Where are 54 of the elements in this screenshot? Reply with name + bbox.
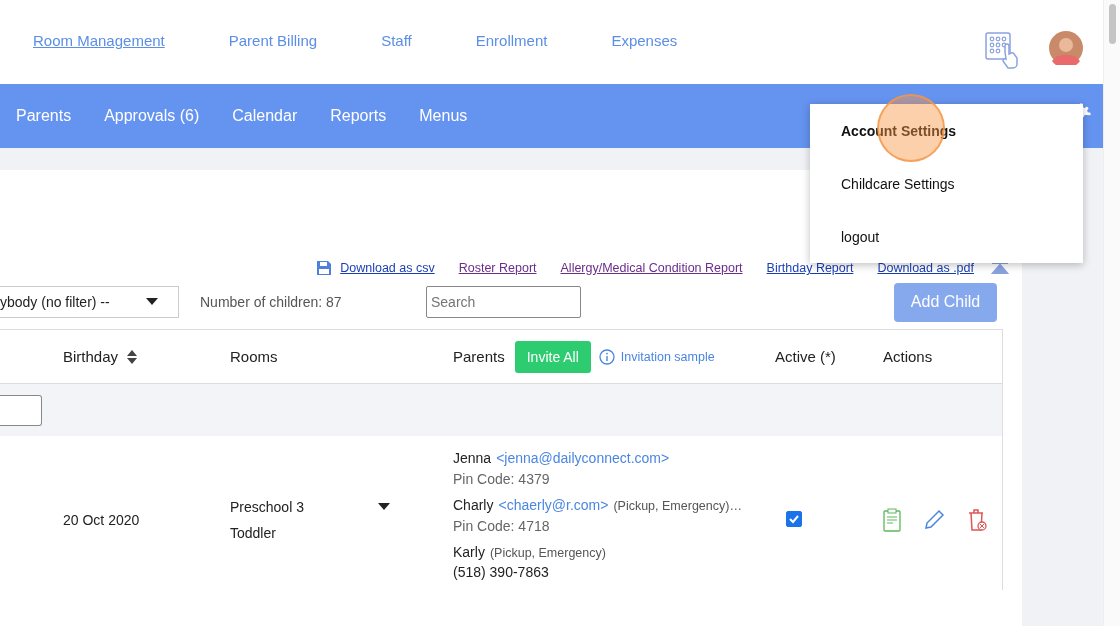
clipboard-icon[interactable] [883,508,901,532]
pencil-icon[interactable] [923,509,945,531]
parent-email-link[interactable]: <chaerly@r.com> [498,497,609,513]
column-filter-field[interactable] [0,394,42,426]
scrollbar[interactable] [1103,0,1120,626]
nav-tab[interactable]: Approvals (6) [104,107,200,125]
invitation-sample-link[interactable]: Invitation sample [620,349,715,364]
parent-name: Karly [453,544,485,560]
room-filter-dropdown[interactable]: ybody (no filter) -- [0,286,179,318]
upload-icon[interactable] [990,262,1010,274]
caret-icon [146,298,158,306]
active-checkbox[interactable] [786,511,802,527]
report-link[interactable]: Roster Report [458,261,537,275]
nav-tab[interactable]: Parents [16,107,72,125]
invite-all-button[interactable]: Invite All [514,340,591,373]
report-link[interactable]: Download as .pdf [877,261,974,275]
add-child-button[interactable]: Add Child [894,282,997,322]
nav-link[interactable]: Expenses [611,31,678,49]
column-header: Actions [883,348,933,365]
column-header: Rooms [230,348,278,365]
report-link[interactable]: Birthday Report [766,261,854,275]
phone-number: (518) 390-7863 [453,564,550,580]
menu-item[interactable]: Childcare Settings [841,176,1083,192]
report-link[interactable]: Allergy/Medical Condition Report [560,261,743,275]
parent-name: Charly [453,497,494,513]
nav-tab[interactable]: Calendar [232,107,298,125]
nav-tab[interactable]: Menus [419,107,468,125]
children-count: Number of children: 87 [200,294,343,310]
nav-tab[interactable]: Reports [330,107,387,125]
column-header: Parents [453,348,505,365]
parent-email-link[interactable]: <jenna@dailyconnect.com> [496,450,670,466]
menu-item[interactable]: logout [841,229,1083,245]
column-header: Active (*) [775,348,836,365]
column-header[interactable]: Birthday [63,348,139,365]
nav-link[interactable]: Parent Billing [228,31,318,49]
parent-name: Jenna [453,450,492,466]
avatar[interactable] [1049,31,1083,65]
report-link[interactable]: Download as csv [340,261,435,275]
pin-code: Pin Code: 4718 [453,518,551,534]
trash-icon[interactable] [967,508,987,532]
info-icon [598,348,615,365]
search-field[interactable]: Search [426,286,581,318]
room-name: Toddler [230,525,277,541]
caret-icon [378,503,390,511]
sort-icon[interactable] [126,348,139,365]
nav-link[interactable]: Room Management [33,31,165,49]
keypad-hand-icon[interactable] [985,32,1019,70]
pin-code: Pin Code: 4379 [453,471,551,487]
parent-roles: (Pickup, Emergency)… [613,499,742,513]
nav-link[interactable]: Staff [381,31,412,49]
room-dropdown[interactable]: Preschool 3 [230,499,390,515]
parent-roles: (Pickup, Emergency) [489,546,606,560]
birthday-cell-text: 20 Oct 2020 [63,512,141,528]
nav-link[interactable]: Enrollment [475,31,548,49]
